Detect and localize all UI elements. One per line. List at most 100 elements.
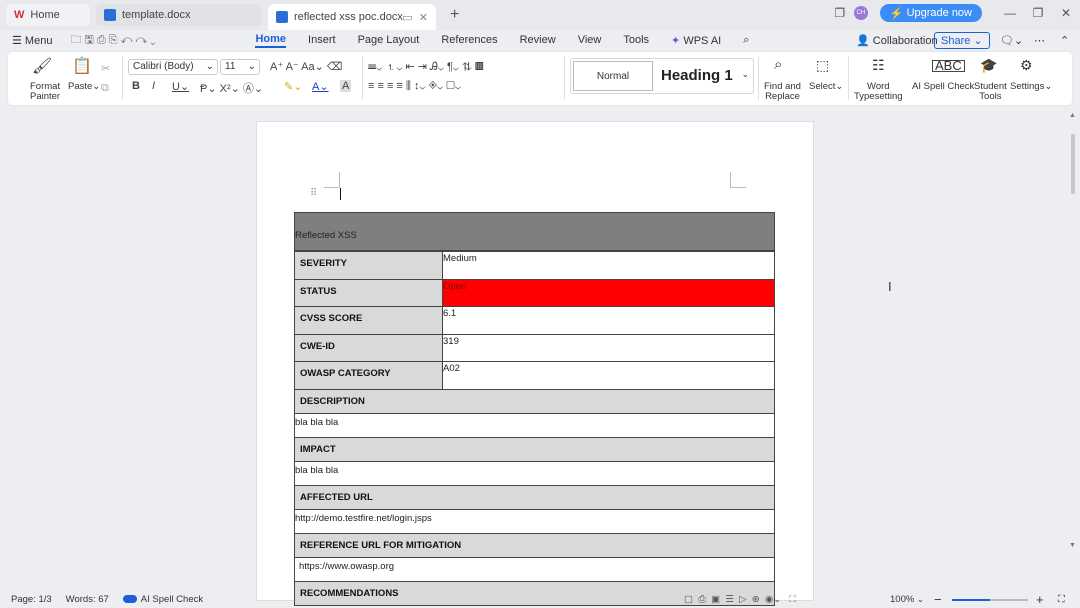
ai-spell-check-button[interactable]: AI Spell Check [912, 82, 974, 92]
menu-insert[interactable]: Insert [308, 34, 336, 46]
maximize-icon[interactable]: ❐ [1024, 6, 1052, 20]
styles-expand-icon[interactable]: ⌄ [741, 69, 749, 80]
menu-bar: ☰ Menu 🗀 🖫 ⎙ ⎘ ↶ ↷ ⌄ Home Insert Page La… [0, 30, 1080, 50]
row-value[interactable]: 319 [442, 333, 775, 362]
scroll-thumb[interactable] [1071, 134, 1075, 194]
tab-label: reflected xss poc.docx [294, 11, 403, 23]
bold-icon[interactable]: B [132, 80, 140, 92]
style-normal[interactable]: Normal [573, 61, 653, 91]
zoom-menu-icon[interactable]: ⌄ [917, 595, 924, 604]
char-shading-icon[interactable]: A [340, 80, 352, 92]
section-text[interactable]: bla bla bla [294, 460, 775, 486]
paste-icon[interactable]: 📋 [72, 59, 92, 75]
view-mode-icons[interactable]: ▢ ⎙ ▣ ☰ ▷ ⊕ ◉⌄ ⛶ [684, 594, 796, 605]
scroll-down-icon[interactable]: ▼ [1069, 542, 1076, 549]
monitor-icon[interactable]: ▭ [402, 12, 412, 24]
select-button[interactable]: Select⌄ [809, 82, 843, 92]
format-painter-label[interactable]: Format Painter [30, 82, 60, 102]
finding-table[interactable]: SEVERITY Medium STATUS Open CVSS SCORE 6.1 … [294, 251, 775, 606]
collapse-ribbon-icon[interactable]: ⌃ [1060, 34, 1069, 47]
font-color-icon[interactable]: A⌄ [312, 80, 329, 93]
student-tools-button[interactable]: Student Tools [974, 82, 1007, 102]
close-window-icon[interactable]: ✕ [1052, 6, 1080, 20]
menu-references[interactable]: References [441, 34, 497, 46]
menu-button[interactable]: ☰ Menu [12, 34, 52, 47]
table-row: OWASP CATEGORY A02 [294, 361, 775, 390]
vertical-scrollbar[interactable]: ▲ ▼ [1068, 112, 1078, 590]
menu-wps-ai[interactable]: ✦ WPS AI [671, 34, 721, 47]
quick-access-icons[interactable]: 🗀 🖫 ⎙ ⎘ ↶ ↷ ⌄ [70, 31, 155, 50]
section-text[interactable]: https://www.owasp.org [294, 556, 775, 582]
font-family-select[interactable]: Calibri (Body) ⌄ [128, 59, 218, 75]
section-text[interactable]: http://demo.testfire.net/login.jsps [294, 508, 775, 534]
section-header: AFFECTED URL [294, 484, 775, 510]
menu-page-layout[interactable]: Page Layout [358, 34, 420, 46]
italic-icon[interactable]: I [152, 80, 155, 92]
new-tab-icon[interactable]: + [450, 6, 459, 24]
table-row: SEVERITY Medium [294, 251, 775, 280]
student-cap-icon[interactable]: 🎓 [980, 58, 997, 72]
finding-title[interactable]: Reflected XSS [294, 212, 775, 251]
typesetting-icon[interactable]: ☷ [872, 58, 885, 72]
fullscreen-icon[interactable]: ⛶ [1058, 594, 1065, 605]
tab-template[interactable]: template.docx [96, 4, 262, 26]
row-value[interactable]: 6.1 [442, 306, 775, 335]
align-left-icon[interactable]: ≡ ≡ ≡ ≡ ⫼ ↕⌄ ◈⌄ ▢⌄ [368, 80, 461, 93]
row-value[interactable]: A02 [442, 361, 775, 390]
divider [758, 56, 759, 100]
close-icon[interactable]: ✕ [419, 12, 428, 24]
ai-spell-check-toggle[interactable]: AI Spell Check [122, 594, 203, 605]
page-count[interactable]: Page: 1/3 [11, 594, 52, 605]
menu-home[interactable]: Home [255, 33, 287, 48]
lightning-icon: ⚡ [889, 7, 904, 20]
search-icon[interactable]: ⌕ [743, 34, 749, 47]
tab-home[interactable]: W Home [6, 4, 90, 26]
comment-icon[interactable]: 🗨⌄ [1000, 34, 1023, 47]
status-value[interactable]: Open [442, 278, 775, 307]
section-body: bla bla bla [294, 412, 775, 438]
word-typesetting-button[interactable]: Word Typesetting [854, 82, 903, 102]
paste-button[interactable]: Paste⌄ [68, 82, 100, 92]
section-header: REFERENCE URL FOR MITIGATION [294, 532, 775, 558]
zoom-out-icon[interactable]: − [934, 592, 942, 607]
format-painter-icon[interactable]: 🖌 [32, 59, 52, 75]
word-count[interactable]: Words: 67 [66, 594, 109, 605]
font-grow-icon[interactable]: A⁺ A⁻ Aa⌄ ⌫ [270, 60, 342, 73]
more-icon[interactable]: ⋯ [1034, 34, 1045, 47]
zoom-level[interactable]: 100% [890, 594, 914, 605]
section-label: DESCRIPTION [294, 388, 775, 414]
settings-button[interactable]: Settings⌄ [1010, 82, 1052, 92]
zoom-slider[interactable] [952, 599, 1028, 601]
bullets-icon[interactable]: ☰⌄ ⒈⌄ ⇤ ⇥ Ꭿ⌄ ¶⌄ ⇅ ▦ [368, 60, 484, 74]
menu-view[interactable]: View [578, 34, 602, 46]
highlight-icon[interactable]: ✎⌄ [284, 80, 302, 93]
zoom-fill [952, 599, 990, 601]
zoom-in-icon[interactable]: + [1036, 592, 1044, 607]
style-heading-1[interactable]: Heading 1 [661, 67, 733, 84]
strikethrough-icon[interactable]: Ᵽ⌄ X²⌄ Ⓐ⌄ [200, 80, 263, 96]
drag-handle-icon[interactable]: ⠿ [310, 188, 317, 199]
settings-icon[interactable]: ⚙ [1020, 58, 1033, 72]
tab-reflected-xss[interactable]: reflected xss poc.docx ▭ ✕ [268, 4, 436, 30]
section-header: DESCRIPTION [294, 388, 775, 414]
underline-icon[interactable]: U⌄ [172, 80, 189, 93]
section-text[interactable]: bla bla bla [294, 412, 775, 438]
copy-icon[interactable]: ⧉ [101, 82, 109, 95]
spell-check-icon[interactable]: ABC [932, 59, 965, 72]
paste-label: Paste [68, 81, 93, 92]
select-icon[interactable]: ⬚ [816, 58, 829, 72]
menu-review[interactable]: Review [520, 34, 556, 46]
avatar[interactable]: CH [853, 6, 868, 20]
find-icon[interactable]: ⌕ [774, 57, 782, 72]
font-size-select[interactable]: 11 ⌄ [220, 59, 260, 75]
collaboration-button[interactable]: 👤 Collaboration [856, 34, 938, 47]
menu-tools[interactable]: Tools [623, 34, 649, 46]
row-value[interactable]: Medium [442, 251, 775, 280]
restore-tabs-icon[interactable]: ❐ [826, 6, 854, 20]
minimize-icon[interactable]: — [996, 6, 1024, 20]
share-button[interactable]: Share ⌄ [934, 31, 990, 49]
scroll-up-icon[interactable]: ▲ [1069, 112, 1076, 119]
find-replace-button[interactable]: Find and Replace [764, 82, 801, 102]
upgrade-button[interactable]: ⚡ Upgrade now [879, 4, 982, 22]
cut-icon[interactable]: ✂ [101, 62, 110, 75]
